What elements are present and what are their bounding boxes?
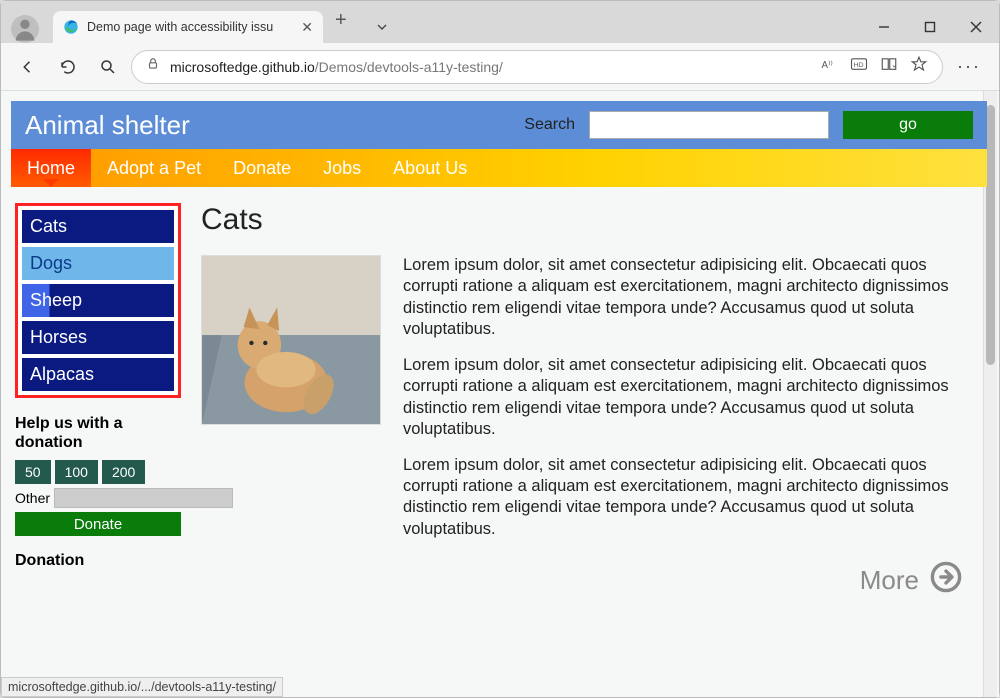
nav-donate[interactable]: Donate [217,149,307,187]
close-tab-icon[interactable]: ✕ [301,19,313,36]
more-link[interactable]: More [201,560,963,601]
back-button[interactable] [11,50,45,84]
url-text: microsoftedge.github.io/Demos/devtools-a… [170,59,503,75]
site-header: Animal shelter Search go [11,101,987,149]
paragraph-1: Lorem ipsum dolor, sit amet consectetur … [403,255,963,341]
browser-tab[interactable]: Demo page with accessibility issu ✕ [53,11,323,43]
animal-category-nav: Cats Dogs Sheep Horses Alpacas [15,203,181,398]
paragraph-2: Lorem ipsum dolor, sit amet consectetur … [403,355,963,441]
status-bar: microsoftedge.github.io/.../devtools-a11… [1,677,283,697]
nav-home[interactable]: Home [11,149,91,187]
nav-about[interactable]: About Us [377,149,483,187]
site-title: Animal shelter [25,110,190,141]
profile-icon[interactable] [11,15,39,43]
svg-text:HD: HD [854,62,864,69]
sidebar-item-horses[interactable]: Horses [22,321,174,354]
sidebar-item-sheep[interactable]: Sheep [22,284,174,317]
cat-image [201,255,381,425]
sidebar-item-cats[interactable]: Cats [22,210,174,243]
search-go-button[interactable]: go [843,111,973,139]
donate-100-button[interactable]: 100 [55,460,98,484]
tabs-chevron-icon[interactable] [359,11,405,43]
svg-text:A⁾⁾: A⁾⁾ [822,60,833,71]
page-heading: Cats [201,203,963,237]
close-window-button[interactable] [953,11,999,43]
reader-icon[interactable] [880,55,898,78]
donation-heading: Donation [15,552,181,570]
donate-200-button[interactable]: 200 [102,460,145,484]
arrow-right-circle-icon [929,560,963,601]
window-titlebar: Demo page with accessibility issu ✕ + [1,1,999,43]
sidebar-item-alpacas[interactable]: Alpacas [22,358,174,391]
donation-help-heading: Help us with a donation [15,414,181,452]
main-content: Cats [201,203,983,601]
address-bar[interactable]: microsoftedge.github.io/Demos/devtools-a… [131,50,943,84]
favorite-icon[interactable] [910,55,928,78]
nav-adopt[interactable]: Adopt a Pet [91,149,217,187]
other-label: Other [15,490,50,506]
more-label: More [860,565,919,596]
search-input[interactable] [589,111,829,139]
sidebar-item-dogs[interactable]: Dogs [22,247,174,280]
hd-icon[interactable]: HD [850,55,868,78]
main-nav: Home Adopt a Pet Donate Jobs About Us [11,149,987,187]
donate-50-button[interactable]: 50 [15,460,51,484]
page-viewport: Animal shelter Search go Home Adopt a Pe… [1,91,999,697]
new-tab-button[interactable]: + [323,9,359,32]
read-aloud-icon[interactable]: A⁾⁾ [820,55,838,78]
article-text: Lorem ipsum dolor, sit amet consectetur … [403,255,963,554]
sidebar: Cats Dogs Sheep Horses Alpacas Help us w… [15,203,181,601]
paragraph-3: Lorem ipsum dolor, sit amet consectetur … [403,455,963,541]
more-menu-button[interactable]: ··· [949,56,989,77]
minimize-button[interactable] [861,11,907,43]
lock-icon [146,57,160,76]
address-actions: A⁾⁾ HD [820,55,928,78]
search-label: Search [524,116,575,134]
edge-favicon [63,19,79,35]
browser-toolbar: microsoftedge.github.io/Demos/devtools-a… [1,43,999,91]
search-icon[interactable] [91,50,125,84]
window-controls [861,11,999,43]
refresh-button[interactable] [51,50,85,84]
maximize-button[interactable] [907,11,953,43]
donate-button[interactable]: Donate [15,512,181,536]
nav-jobs[interactable]: Jobs [307,149,377,187]
tab-title: Demo page with accessibility issu [87,20,293,34]
